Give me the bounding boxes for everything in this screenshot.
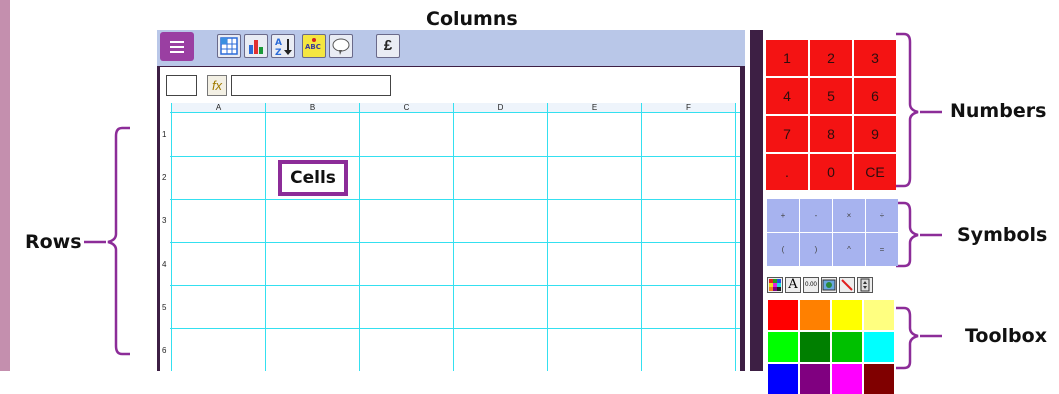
chart-button[interactable]: [244, 34, 268, 58]
symbol-key[interactable]: (: [767, 233, 799, 266]
rows-annotation: Rows: [25, 231, 82, 253]
number-key[interactable]: 4: [766, 78, 808, 114]
columns-annotation: Columns: [426, 8, 518, 30]
svg-text:A: A: [275, 38, 282, 48]
grid-line: [735, 103, 736, 371]
color-palette-button[interactable]: [767, 277, 783, 293]
row-header[interactable]: 6: [160, 346, 172, 355]
symbol-key[interactable]: +: [767, 199, 799, 232]
symbol-key[interactable]: ^: [833, 233, 865, 266]
spellcheck-icon: ABC: [305, 38, 321, 51]
row-header[interactable]: 1: [160, 130, 172, 139]
spellcheck-button[interactable]: ABC: [302, 34, 326, 58]
comment-button[interactable]: [329, 34, 353, 58]
svg-text:ABC: ABC: [305, 43, 321, 51]
toolbox-bracket: [896, 306, 919, 370]
decimal-key[interactable]: .: [766, 154, 808, 190]
image-button[interactable]: [821, 277, 837, 293]
color-swatch[interactable]: [864, 300, 894, 330]
table-icon: [220, 37, 238, 55]
speech-bubble-icon: [332, 38, 350, 55]
color-swatch[interactable]: [768, 300, 798, 330]
number-key[interactable]: 0: [810, 154, 852, 190]
color-swatch[interactable]: [768, 364, 798, 394]
rows-bracket: [107, 126, 130, 356]
number-key[interactable]: 1: [766, 40, 808, 76]
grid-line: [170, 199, 740, 200]
grid-line: [641, 103, 642, 371]
line-tool-button[interactable]: [839, 277, 855, 293]
column-header[interactable]: B: [266, 103, 359, 112]
color-swatch[interactable]: [864, 364, 894, 394]
font-button[interactable]: A: [785, 277, 801, 293]
symbols-annotation: Symbols: [957, 224, 1048, 246]
decimal-format-button[interactable]: 0.00: [803, 277, 819, 293]
symbol-key[interactable]: ×: [833, 199, 865, 232]
line-tool-icon: [841, 279, 853, 291]
sort-az-icon: A Z: [275, 38, 292, 58]
color-swatch[interactable]: [768, 332, 798, 362]
right-panel-frame: [750, 30, 763, 371]
row-header[interactable]: 4: [160, 260, 172, 269]
number-key[interactable]: 5: [810, 78, 852, 114]
number-key[interactable]: 8: [810, 116, 852, 152]
row-header[interactable]: 5: [160, 303, 172, 312]
image-icon: [822, 279, 836, 291]
color-swatch[interactable]: [832, 364, 862, 394]
column-header[interactable]: C: [360, 103, 453, 112]
grid-line: [170, 112, 740, 113]
symbol-key[interactable]: ÷: [866, 199, 898, 232]
column-header[interactable]: F: [642, 103, 735, 112]
clear-entry-key[interactable]: CE: [854, 154, 896, 190]
symbol-key[interactable]: =: [866, 233, 898, 266]
menu-button[interactable]: [160, 32, 194, 61]
number-key[interactable]: 6: [854, 78, 896, 114]
spinner-button[interactable]: [857, 277, 873, 293]
grid-line: [359, 103, 360, 371]
bar-chart-icon: [249, 40, 263, 54]
symbol-key[interactable]: ): [800, 233, 832, 266]
numbers-bracket: [896, 32, 919, 188]
cells-annotation: Cells: [278, 160, 348, 196]
number-key[interactable]: 3: [854, 40, 896, 76]
symbols-bracket: [896, 201, 919, 268]
svg-text:Z: Z: [275, 48, 282, 57]
sort-button[interactable]: A Z: [271, 34, 295, 58]
numbers-annotation: Numbers: [950, 100, 1047, 122]
color-swatch[interactable]: [832, 332, 862, 362]
function-button[interactable]: fx: [207, 75, 227, 96]
row-header[interactable]: 2: [160, 173, 172, 182]
table-button[interactable]: [217, 34, 241, 58]
grid-line: [171, 103, 172, 371]
number-key[interactable]: 9: [854, 116, 896, 152]
formula-input[interactable]: [231, 75, 391, 96]
spinner-icon: [860, 278, 870, 292]
grid-line: [453, 103, 454, 371]
grid-line: [170, 328, 740, 329]
grid-line: [170, 156, 740, 157]
color-swatch[interactable]: [800, 332, 830, 362]
column-header[interactable]: D: [454, 103, 547, 112]
color-swatch[interactable]: [864, 332, 894, 362]
grid-line: [170, 285, 740, 286]
color-swatch[interactable]: [800, 364, 830, 394]
color-swatch[interactable]: [832, 300, 862, 330]
number-key[interactable]: 7: [766, 116, 808, 152]
toolbox-annotation: Toolbox: [965, 325, 1047, 347]
color-palette-icon: [769, 279, 781, 291]
column-header[interactable]: E: [548, 103, 641, 112]
column-header[interactable]: A: [172, 103, 265, 112]
row-header[interactable]: 3: [160, 216, 172, 225]
symbol-key[interactable]: -: [800, 199, 832, 232]
currency-button[interactable]: £: [376, 34, 400, 58]
grid-line: [265, 103, 266, 371]
color-swatch[interactable]: [800, 300, 830, 330]
menu-icon: [170, 41, 184, 43]
grid-line: [547, 103, 548, 371]
grid-line: [170, 242, 740, 243]
cell-name-box[interactable]: [166, 75, 197, 96]
number-key[interactable]: 2: [810, 40, 852, 76]
